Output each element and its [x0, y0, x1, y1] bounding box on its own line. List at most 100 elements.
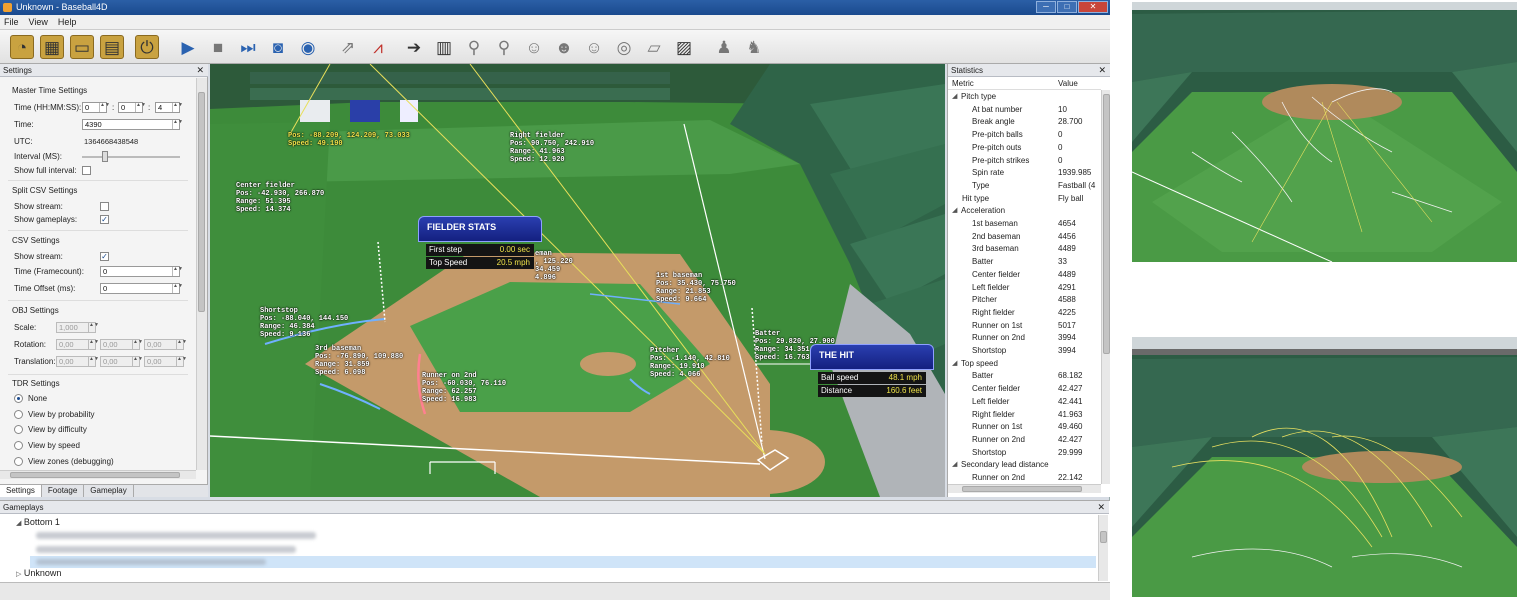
comment-icon[interactable]: ▱ [642, 35, 666, 59]
menu-view[interactable]: View [29, 15, 48, 29]
show-gameplays-checkbox[interactable]: ✓ [100, 215, 109, 224]
stat-row[interactable]: ◢ Acceleration [948, 205, 1101, 218]
time-offset-field[interactable]: 0 ▲▼ [100, 283, 183, 294]
stat-row[interactable]: Runner on 1st 5017 [948, 320, 1101, 333]
film-icon[interactable]: ▥ [432, 35, 456, 59]
scale-field[interactable]: 1,000 ▲▼ [56, 322, 99, 333]
settings-vscrollbar[interactable] [196, 78, 207, 470]
menu-file[interactable]: File [4, 15, 19, 29]
tdr-none-radio[interactable] [14, 394, 23, 403]
csv-show-stream-checkbox[interactable]: ✓ [100, 252, 109, 261]
tdr-speed-radio[interactable] [14, 441, 23, 450]
tab-gameplay[interactable]: Gameplay [84, 485, 134, 497]
stat-row[interactable]: Batter 68.182 [948, 370, 1101, 383]
menu-help[interactable]: Help [58, 15, 77, 29]
expanded-arrow-icon[interactable]: ◢ [952, 459, 957, 472]
camera-icon[interactable]: ◙ [266, 35, 290, 59]
rotation-x-field[interactable]: 0,00 ▲▼ [56, 339, 99, 350]
open-file-icon[interactable]: ◔ [10, 35, 34, 59]
metric-column-header[interactable]: Metric [952, 78, 974, 90]
stat-row[interactable]: Pre-pitch balls 0 [948, 129, 1101, 142]
minutes-field[interactable]: 0 ▲▼ [118, 102, 146, 113]
interval-slider-handle[interactable] [102, 151, 108, 162]
translation-y-field[interactable]: 0,00 ▲▼ [100, 356, 143, 367]
tab-settings[interactable]: Settings [0, 485, 42, 497]
save-icon[interactable]: ▤ [100, 35, 124, 59]
pin-icon[interactable]: ⚲ [462, 35, 486, 59]
group-export-icon[interactable]: ♞ [742, 35, 766, 59]
stat-row[interactable]: Shortstop 3994 [948, 345, 1101, 358]
tdr-zones-radio[interactable] [14, 457, 23, 466]
time-field[interactable]: 4390 ▲▼ [82, 119, 183, 130]
expanded-arrow-icon[interactable]: ◢ [952, 358, 957, 371]
hours-field[interactable]: 0 ▲▼ [82, 102, 110, 113]
rotation-y-field[interactable]: 0,00 ▲▼ [100, 339, 143, 350]
scroll-thumb[interactable] [1103, 94, 1110, 354]
stat-row[interactable]: Right fielder 4225 [948, 307, 1101, 320]
tree-group-unknown[interactable]: ▷ Unknown [16, 568, 61, 578]
stat-row[interactable]: ◢ Pitch type [948, 91, 1101, 104]
stat-row[interactable]: Runner on 1st 49.460 [948, 421, 1101, 434]
stats-vscrollbar[interactable] [1101, 90, 1110, 484]
close-button[interactable]: ✕ [1078, 1, 1108, 13]
stat-row[interactable]: 2nd baseman 4456 [948, 231, 1101, 244]
open-calendar-icon[interactable]: ▦ [40, 35, 64, 59]
stat-row[interactable]: ◢ Secondary lead distance [948, 459, 1101, 472]
open-folder-icon[interactable]: ▭ [70, 35, 94, 59]
translation-x-field[interactable]: 0,00 ▲▼ [56, 356, 99, 367]
scroll-thumb[interactable] [962, 486, 1082, 492]
scroll-thumb[interactable] [198, 92, 205, 312]
stat-row[interactable]: Type Fastball (4 [948, 180, 1101, 193]
close-icon[interactable]: ✕ [196, 64, 204, 77]
tree-group-bottom-1[interactable]: ◢ Bottom 1 [16, 517, 60, 527]
fast-forward-icon[interactable]: ⏭ [236, 35, 260, 59]
tdr-probability-radio[interactable] [14, 410, 23, 419]
stat-row[interactable]: Center fielder 42.427 [948, 383, 1101, 396]
stat-row[interactable]: Pitcher 4588 [948, 294, 1101, 307]
stop-icon[interactable]: ■ [206, 35, 230, 59]
show-stream-checkbox[interactable] [100, 202, 109, 211]
interval-slider[interactable] [82, 156, 180, 158]
stat-row[interactable]: Pre-pitch strikes 0 [948, 155, 1101, 168]
image-icon[interactable]: ▨ [672, 35, 696, 59]
rotation-z-field[interactable]: 0,00 ▲▼ [144, 339, 187, 350]
play-icon[interactable]: ▶ [176, 35, 200, 59]
camera-settings-icon[interactable]: ◎ [612, 35, 636, 59]
stat-row[interactable]: Runner on 2nd 3994 [948, 332, 1101, 345]
stat-row[interactable]: ◢ Top speed [948, 358, 1101, 371]
stat-row[interactable]: Center fielder 4489 [948, 269, 1101, 282]
chart-icon[interactable]: ⩘ [366, 35, 390, 59]
person-settings-icon[interactable]: ☺ [582, 35, 606, 59]
pin-add-icon[interactable]: ⚲ [492, 35, 516, 59]
stat-row[interactable]: 3rd baseman 4489 [948, 243, 1101, 256]
close-icon[interactable]: ✕ [1097, 501, 1105, 514]
expanded-arrow-icon[interactable]: ◢ [16, 520, 21, 527]
add-person-icon[interactable]: ☺ [522, 35, 546, 59]
stat-row[interactable]: Runner on 2nd 22.142 [948, 472, 1101, 485]
stat-row[interactable]: Batter 33 [948, 256, 1101, 269]
tab-footage[interactable]: Footage [42, 485, 85, 497]
3d-viewport[interactable]: Pos: -88.209, 124.209, 73.033 Speed: 49.… [210, 64, 945, 497]
maximize-button[interactable]: □ [1057, 1, 1077, 13]
close-icon[interactable]: ✕ [1098, 64, 1106, 77]
seconds-field[interactable]: 4 ▲▼ [155, 102, 183, 113]
remove-person-icon[interactable]: ☻ [552, 35, 576, 59]
show-full-interval-checkbox[interactable] [82, 166, 91, 175]
gameplay-item-blurred[interactable] [36, 532, 316, 539]
stat-row[interactable]: Runner on 2nd 42.427 [948, 434, 1101, 447]
gameplays-vscrollbar[interactable] [1098, 515, 1108, 581]
collapsed-arrow-icon[interactable]: ▷ [16, 571, 21, 578]
scroll-thumb[interactable] [10, 472, 180, 478]
stat-row[interactable]: Right fielder 41.963 [948, 409, 1101, 422]
settings-hscrollbar[interactable] [0, 470, 196, 479]
expanded-arrow-icon[interactable]: ◢ [952, 205, 957, 218]
stat-row[interactable]: Spin rate 1939.985 [948, 167, 1101, 180]
expanded-arrow-icon[interactable]: ◢ [952, 91, 957, 104]
stat-row[interactable]: Pre-pitch outs 0 [948, 142, 1101, 155]
stat-row[interactable]: 1st baseman 4654 [948, 218, 1101, 231]
next-icon[interactable]: ➔ [402, 35, 426, 59]
stat-row[interactable]: Break angle 28.700 [948, 116, 1101, 129]
camera-refresh-icon[interactable]: ◉ [296, 35, 320, 59]
value-column-header[interactable]: Value [1058, 78, 1078, 90]
stat-row[interactable]: At bat number 10 [948, 104, 1101, 117]
